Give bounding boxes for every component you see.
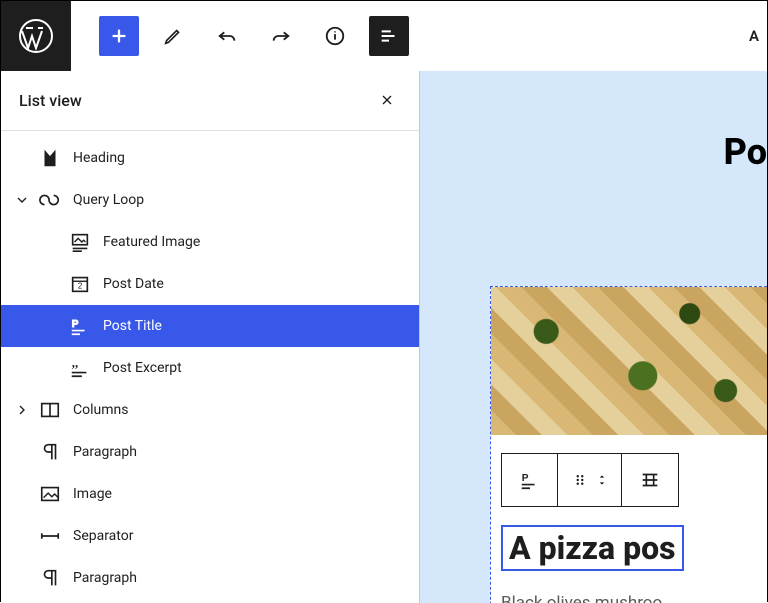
- listview-toggle-button[interactable]: [369, 16, 409, 56]
- tree-item-post-excerpt[interactable]: Post Excerpt: [1, 347, 419, 389]
- listview-icon: [378, 25, 400, 47]
- editor-canvas[interactable]: Po A pizza pos Black olives mushroo garl…: [420, 71, 767, 603]
- info-icon: [324, 25, 346, 47]
- paragraph-icon: [39, 441, 61, 463]
- tree-label: Paragraph: [73, 444, 137, 460]
- tree-label: Post Title: [103, 318, 162, 334]
- chevron-right-icon: [14, 402, 30, 418]
- align-icon: [639, 469, 661, 491]
- separator-icon: [39, 525, 61, 547]
- plus-icon: [108, 25, 130, 47]
- post-excerpt-icon: [69, 357, 91, 379]
- align-button[interactable]: [622, 454, 678, 506]
- close-panel-button[interactable]: [373, 83, 401, 119]
- tree-label: Heading: [73, 150, 125, 166]
- drag-move-controls[interactable]: [558, 454, 622, 506]
- post-date-icon: [69, 273, 91, 295]
- post-excerpt-block[interactable]: Black olives mushroo garlic parmesan, th…: [501, 589, 767, 603]
- tree-item-featured-image[interactable]: Featured Image: [1, 221, 419, 263]
- image-icon: [39, 483, 61, 505]
- tree-label: Post Excerpt: [103, 360, 182, 376]
- block-toolbar: [501, 453, 679, 507]
- redo-icon: [270, 25, 292, 47]
- chevron-down-icon: [14, 192, 30, 208]
- tree-item-post-date[interactable]: Post Date: [1, 263, 419, 305]
- details-button[interactable]: [315, 16, 355, 56]
- post-title-icon: [69, 315, 91, 337]
- move-updown-icon: [595, 469, 609, 491]
- paragraph-icon: [39, 567, 61, 589]
- redo-button[interactable]: [261, 16, 301, 56]
- heading-icon: [39, 147, 61, 169]
- wordpress-logo[interactable]: [1, 1, 71, 71]
- tree-label: Paragraph: [73, 570, 137, 586]
- tree-label: Image: [73, 486, 112, 502]
- tree-label: Post Date: [103, 276, 164, 292]
- tree-item-paragraph-2[interactable]: Paragraph: [1, 557, 419, 599]
- edit-tools-button[interactable]: [153, 16, 193, 56]
- query-loop-preview[interactable]: A pizza pos Black olives mushroo garlic …: [490, 286, 767, 603]
- loop-icon: [39, 189, 61, 211]
- post-title-icon: [519, 469, 541, 491]
- tree-item-post-title[interactable]: Post Title: [1, 305, 419, 347]
- undo-icon: [216, 25, 238, 47]
- panel-title: List view: [19, 91, 82, 110]
- listview-panel: List view Heading Query Loop Featured Im…: [1, 71, 420, 603]
- tree-item-image[interactable]: Image: [1, 473, 419, 515]
- post-title-block[interactable]: A pizza pos: [501, 525, 684, 571]
- tree-item-query-loop[interactable]: Query Loop: [1, 179, 419, 221]
- pencil-icon: [162, 25, 184, 47]
- tree-label: Featured Image: [103, 234, 200, 250]
- featured-image-preview[interactable]: [491, 287, 767, 435]
- drag-icon: [571, 471, 589, 489]
- undo-button[interactable]: [207, 16, 247, 56]
- tree-label: Separator: [73, 528, 133, 544]
- tree-item-paragraph[interactable]: Paragraph: [1, 431, 419, 473]
- close-icon: [379, 92, 395, 108]
- toolbar-right-label: A: [749, 27, 767, 45]
- tree-label: Columns: [73, 402, 128, 418]
- page-title: Po: [724, 131, 767, 173]
- columns-icon: [39, 399, 61, 421]
- tree-item-heading[interactable]: Heading: [1, 137, 419, 179]
- tree-item-separator[interactable]: Separator: [1, 515, 419, 557]
- add-block-button[interactable]: [99, 16, 139, 56]
- block-type-button[interactable]: [502, 454, 558, 506]
- tree-item-columns[interactable]: Columns: [1, 389, 419, 431]
- tree-label: Query Loop: [73, 192, 144, 208]
- featured-image-icon: [69, 231, 91, 253]
